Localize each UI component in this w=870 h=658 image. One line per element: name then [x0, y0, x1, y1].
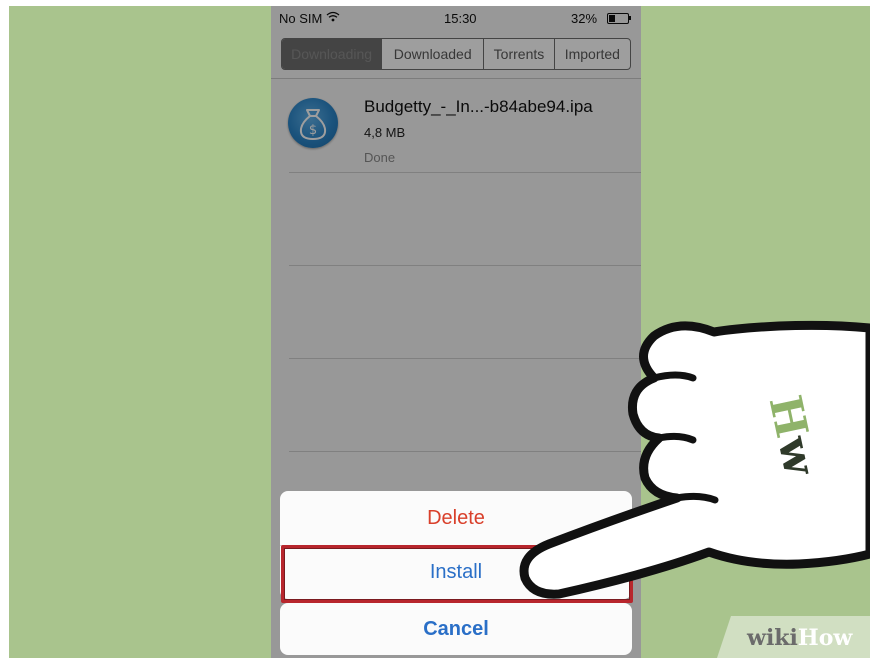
illustration-stage: No SIM 15:30 32% Downloading Downloaded …: [9, 6, 870, 658]
watermark-wiki: wiki: [747, 625, 798, 651]
svg-text:w: w: [767, 431, 825, 481]
watermark-how: How: [797, 625, 853, 651]
delete-button[interactable]: Delete: [280, 491, 632, 545]
wikihow-watermark: wikiHow: [717, 616, 870, 658]
cancel-button[interactable]: Cancel: [280, 603, 632, 655]
install-highlight-box: [281, 545, 633, 603]
svg-text:H: H: [759, 391, 818, 442]
